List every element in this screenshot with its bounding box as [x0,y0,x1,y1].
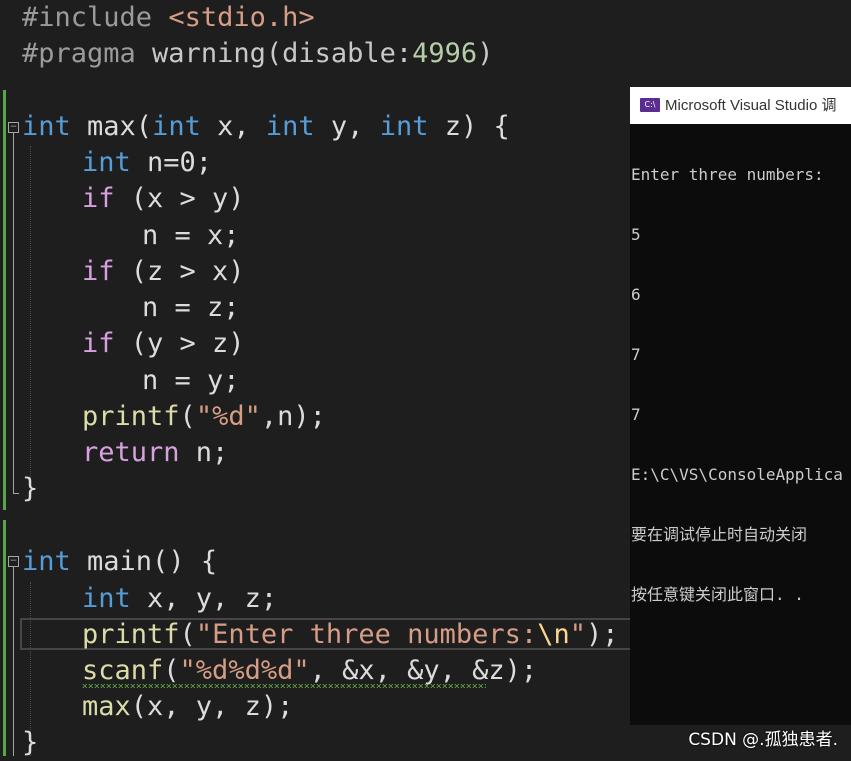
console-app-icon: C:\ [640,98,660,112]
function-name: max [82,691,131,722]
string-literal: "Enter three numbers: [195,619,538,650]
code-text: (z > x) [114,256,245,287]
code-text: main() { [70,546,218,577]
code-text: ( [163,655,180,686]
code-line-12[interactable]: printf("%d",n); [22,399,326,435]
change-marker [3,520,6,756]
preprocessor-directive: #pragma [22,38,153,69]
collapse-icon[interactable]: − [8,122,19,133]
preprocessor-directive: #include [22,2,169,33]
pragma-args: (disable: [265,38,413,69]
string-literal: "%d%d%d" [179,655,310,686]
code-line-18[interactable]: printf("Enter three numbers:\n"); [22,617,618,653]
control-keyword: return [82,437,180,468]
change-marker [3,90,6,510]
console-line: 7 [631,345,641,364]
warning-squiggle[interactable] [82,684,486,688]
console-title: Microsoft Visual Studio 调 [665,97,837,114]
watermark: CSDN @.孤独患者. [688,730,838,750]
pragma-name: warning [152,38,266,69]
code-line-6[interactable]: if (x > y) [22,181,245,217]
code-line-5[interactable]: int n=0; [22,145,212,181]
code-text: ( [179,619,196,650]
string-literal: "%d" [195,401,261,432]
code-text: (x, y, z); [130,691,294,722]
control-keyword: if [82,256,115,287]
code-text: n; [179,437,229,468]
fold-guide [13,567,14,756]
code-text: ( [179,401,196,432]
function-name: printf [82,401,180,432]
code-text: n=0; [130,147,213,178]
function-name: scanf [82,655,164,686]
console-line: 7 [631,405,641,424]
keyword: int [152,111,201,142]
code-line-7[interactable]: n = x; [22,218,240,254]
code-line-14[interactable]: } [22,471,38,507]
code-text: x, y, z; [130,583,278,614]
function-name: printf [82,619,180,650]
keyword: int [82,147,131,178]
code-text: max( [70,111,153,142]
code-line-10[interactable]: if (y > z) [22,326,245,362]
console-line: 6 [631,285,641,304]
keyword: int [265,111,315,142]
escape-sequence: \n [537,619,570,650]
console-output[interactable]: Enter three numbers: 5 6 7 7 E:\C\VS\Con… [631,125,851,645]
fold-guide [13,133,14,493]
console-line: 要在调试停止时自动关闭 [631,525,808,544]
code-line-4[interactable]: int max(int x, int y, int z) { [22,109,510,145]
code-text: } [22,727,39,758]
code-text: y, [314,111,380,142]
code-line-11[interactable]: n = y; [22,363,240,399]
code-text: n = z; [142,292,240,323]
console-line: E:\C\VS\ConsoleApplica [631,465,843,484]
code-text: , &x, &y, &z [309,655,505,686]
code-text: x, [200,111,266,142]
code-line-2[interactable]: #pragma warning(disable:4996) [22,36,493,72]
control-keyword: if [82,328,115,359]
code-text: ); [585,619,619,650]
code-line-9[interactable]: n = z; [22,290,240,326]
console-line: 按任意键关闭此窗口. . [631,585,804,604]
code-text: n = x; [142,220,240,251]
code-line-20[interactable]: max(x, y, z); [22,689,293,725]
code-text: ,n); [260,401,326,432]
keyword: int [379,111,429,142]
fold-guide-end [13,493,19,494]
code-line-8[interactable]: if (z > x) [22,254,245,290]
code-text: z) { [428,111,510,142]
code-line-13[interactable]: return n; [22,435,228,471]
console-line: Enter three numbers: [631,165,824,184]
keyword: int [82,583,131,614]
console-window[interactable]: C:\ Microsoft Visual Studio 调 Enter thre… [630,87,851,725]
include-path: <stdio.h> [168,2,315,33]
keyword: int [22,111,71,142]
code-line-16[interactable]: int main() { [22,544,217,580]
code-text: (x > y) [114,183,245,214]
number-literal: 4996 [412,38,478,69]
code-line-1[interactable]: #include <stdio.h> [22,0,315,36]
code-text: (y > z) [114,328,245,359]
code-text: ); [504,655,538,686]
string-literal: " [569,619,586,650]
console-line: 5 [631,225,641,244]
code-text: n = y; [142,365,240,396]
code-line-17[interactable]: int x, y, z; [22,581,277,617]
control-keyword: if [82,183,115,214]
pragma-close: ) [477,38,494,69]
collapse-icon[interactable]: − [8,556,19,567]
keyword: int [22,546,71,577]
console-titlebar[interactable]: C:\ Microsoft Visual Studio 调 [630,87,851,124]
code-text: } [22,473,39,504]
